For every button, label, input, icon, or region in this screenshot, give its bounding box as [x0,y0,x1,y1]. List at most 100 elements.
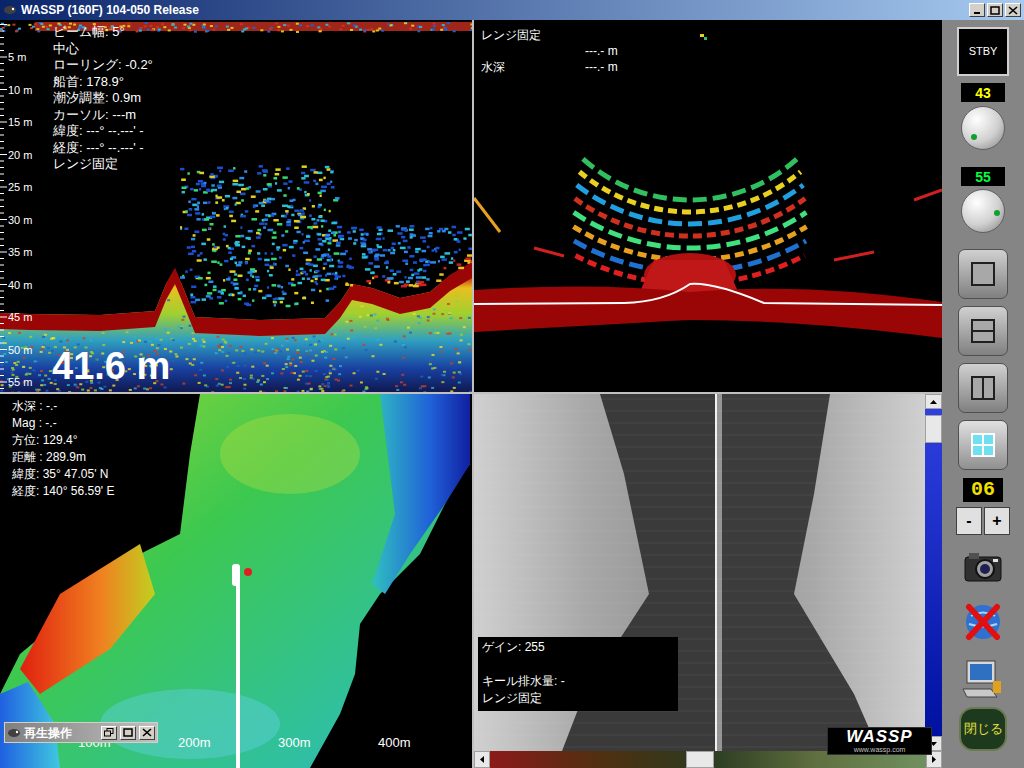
depth-label: 水深 [481,59,585,75]
vertical-layout-icon [970,375,996,401]
horizontal-layout-icon [970,318,996,344]
right-arrow-icon [932,756,936,763]
sonar-chart [474,20,942,392]
app-icon [3,4,17,16]
layout-button[interactable] [958,306,1008,356]
close-icon [142,728,152,737]
logo-name: WASSP [846,728,912,746]
logo-url: www.wassp.com [854,746,906,754]
info-line: 船首: 178.9° [53,74,153,91]
echogram-panel[interactable]: 5 m10 m15 m20 m25 m30 m35 m40 m45 m50 m5… [0,20,472,392]
counter: 06 [963,478,1003,502]
svg-text:25 m: 25 m [8,181,32,193]
close-button[interactable] [139,726,155,740]
scroll-left-button[interactable] [474,751,490,768]
window-title: WASSP (160F) 104-050 Release [21,1,965,19]
layout-button[interactable] [958,363,1008,413]
layout-button[interactable] [958,249,1008,299]
title-bar: WASSP (160F) 104-050 Release [0,0,1024,20]
info-line: 緯度: 35° 47.05' N [12,466,114,483]
info-line: レンジ固定 [482,690,674,707]
quad-layout-icon [970,432,996,458]
restore-icon [104,728,114,737]
info-line: 中心 [53,41,153,58]
max-button[interactable] [987,3,1003,17]
knob-value: 55 [961,167,1005,186]
sidescan-panel[interactable]: ゲイン: 255 キール排水量: -レンジ固定 WASSPwww.wassp.com [474,394,942,768]
range-mode: レンジ固定 [481,27,618,43]
max-button[interactable] [120,726,136,740]
svg-text:50 m: 50 m [8,344,32,356]
svg-text:15 m: 15 m [8,116,32,128]
map-info: 水深 : -.-Mag : -.-方位: 129.4°距離 : 289.9m緯度… [12,398,114,500]
app-window: WASSP (160F) 104-050 Release5 m10 m15 m2… [0,0,1024,768]
standby-button[interactable]: STBY [957,27,1009,76]
info-line: 距離 : 289.9m [12,449,114,466]
svg-text:30 m: 30 m [8,214,32,226]
svg-text:40 m: 40 m [8,279,32,291]
panel-grid: 5 m10 m15 m20 m25 m30 m35 m40 m45 m50 m5… [0,20,942,768]
disconnect-icon[interactable] [961,601,1005,644]
knob-marker [971,134,977,140]
restore-button[interactable] [101,726,117,740]
scale-tick: 400m [378,735,472,751]
info-line: 経度: 140° 56.59' E [12,483,114,500]
info-line: レンジ固定 [53,156,153,173]
info-line: 潮汐調整: 0.9m [53,90,153,107]
svg-text:45 m: 45 m [8,311,32,323]
info-line: カーソル: ---m [53,107,153,124]
knob[interactable] [961,189,1005,233]
plus-button[interactable]: + [984,507,1010,535]
echogram-info: ビーム幅: 5°中心ローリング: -0.2°船首: 178.9°潮汐調整: 0.… [53,24,153,173]
single-layout-icon [970,261,996,287]
cursor-reading: ---.- m [585,43,618,59]
playback-title: 再生操作 [24,724,98,742]
up-arrow-icon [930,400,937,404]
toolbar: STBY 43 55 06 -+ 閉じる [942,20,1024,768]
scroll-thumb[interactable] [925,415,942,443]
svg-text:35 m: 35 m [8,246,32,258]
info-line: Mag : -.- [12,415,114,432]
info-line: 経度: ---° --.---' - [53,140,153,157]
scale-tick: 300m [278,735,378,751]
layout-button[interactable] [958,420,1008,470]
svg-text:55 m: 55 m [8,376,32,388]
sonar-panel[interactable]: レンジ固定---.- m水深---.- m [474,20,942,392]
min-icon [972,6,982,15]
vertical-scrollbar[interactable] [925,394,942,751]
map-panel[interactable]: 水深 : -.-Mag : -.-方位: 129.4°距離 : 289.9m緯度… [0,394,472,768]
info-line: ローリング: -0.2° [53,57,153,74]
info-line: 水深 : -.- [12,398,114,415]
close-button[interactable]: 閉じる [959,707,1007,751]
sidescan-info: ゲイン: 255 キール排水量: -レンジ固定 [478,637,678,711]
depth-reading: 41.6 m [52,344,170,388]
max-icon [123,728,133,737]
camera-icon[interactable] [961,545,1005,589]
knob[interactable] [961,106,1005,150]
computer-icon[interactable] [961,657,1005,701]
sonar-info: レンジ固定---.- m水深---.- m [481,27,618,75]
knob-marker [994,210,1000,216]
app-icon [7,727,21,739]
min-button[interactable] [969,3,985,17]
knob-value: 43 [961,83,1005,102]
info-line: ビーム幅: 5° [53,24,153,41]
left-arrow-icon [480,756,484,763]
info-line: 方位: 129.4° [12,432,114,449]
svg-text:20 m: 20 m [8,149,32,161]
gain-reading: ゲイン: 255 [482,639,674,656]
close-button[interactable] [1005,3,1021,17]
scroll-up-button[interactable] [925,394,942,409]
depth-reading: ---.- m [585,59,618,75]
minus-button[interactable]: - [956,507,982,535]
sidescan-image: ゲイン: 255 キール排水量: -レンジ固定 [474,394,925,751]
close-icon [1008,6,1018,15]
scale-tick: 200m [178,735,278,751]
info-line: 緯度: ---° --.---' - [53,123,153,140]
max-icon [990,6,1000,15]
playback-window[interactable]: 再生操作 [4,722,158,743]
info-line: キール排水量: - [482,673,674,690]
wassp-logo: WASSPwww.wassp.com [827,727,932,755]
scroll-thumb[interactable] [686,751,714,768]
svg-text:5 m: 5 m [8,51,26,63]
